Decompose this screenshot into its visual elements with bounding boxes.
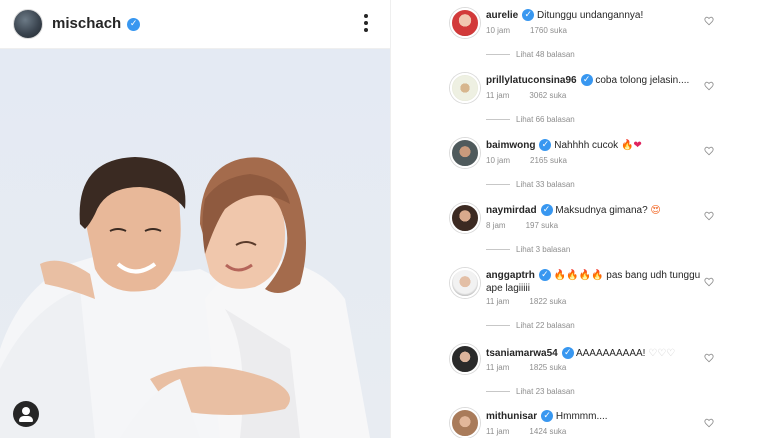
comment-likes[interactable]: 1825 suka bbox=[529, 363, 566, 372]
comment-text: prillylatuconsina96 ✓ coba tolong jelasin… bbox=[486, 74, 701, 87]
comment-time: 8 jam bbox=[486, 221, 506, 230]
fire-emoji-icon: 🔥 bbox=[591, 270, 604, 281]
commenter-avatar[interactable] bbox=[450, 344, 480, 374]
heart-eyes-emoji-icon: 😍 bbox=[650, 205, 661, 216]
comment-meta: 8 jam 197 suka bbox=[486, 221, 570, 230]
comment-text: mithunisar ✓ Hmmmm.... bbox=[486, 410, 701, 423]
comment-meta: 11 jam 1424 suka bbox=[486, 427, 578, 436]
view-replies-label[interactable]: Lihat 23 balasan bbox=[516, 387, 575, 396]
like-heart-icon[interactable] bbox=[704, 277, 714, 287]
verified-badge-icon: ✓ bbox=[540, 204, 553, 217]
fire-emoji-icon: 🔥 bbox=[620, 140, 634, 151]
comment-time: 11 jam bbox=[486, 427, 510, 436]
white-heart-emoji-icon: ♡ bbox=[657, 348, 667, 359]
more-options-icon[interactable] bbox=[362, 14, 370, 34]
red-heart-emoji-icon: ❤ bbox=[633, 140, 642, 151]
comment-likes[interactable]: 3062 suka bbox=[529, 91, 566, 100]
comment-text: tsaniamarwa54 ✓ AAAAAAAAAA! ♡♡♡ bbox=[486, 347, 701, 360]
view-replies[interactable]: Lihat 33 balasan bbox=[486, 180, 575, 189]
commenter-avatar[interactable] bbox=[450, 8, 480, 38]
commenter-avatar[interactable] bbox=[450, 138, 480, 168]
like-heart-icon[interactable] bbox=[704, 418, 714, 428]
comment-username[interactable]: prillylatuconsina96 bbox=[486, 75, 577, 86]
view-replies[interactable]: Lihat 48 balasan bbox=[486, 50, 575, 59]
post-header: mischach ✓ bbox=[0, 0, 390, 49]
comment-time: 11 jam bbox=[486, 363, 510, 372]
post-photo[interactable] bbox=[0, 49, 390, 438]
comment-username[interactable]: baimwong bbox=[486, 140, 535, 151]
fire-emoji-icon: 🔥 bbox=[566, 270, 579, 281]
like-heart-icon[interactable] bbox=[704, 16, 714, 26]
comment-body: coba tolong jelasin.... bbox=[595, 75, 690, 86]
post-panel: mischach ✓ bbox=[0, 0, 390, 438]
fire-emoji-icon: 🔥 bbox=[578, 270, 592, 281]
post-username[interactable]: mischach ✓ bbox=[52, 15, 141, 32]
white-heart-emoji-icon: ♡ bbox=[648, 348, 658, 359]
comment-text: baimwong ✓ Nahhhh cucok 🔥❤ bbox=[486, 139, 701, 152]
comment-body: Maksudnya gimana? bbox=[555, 205, 648, 216]
view-replies[interactable]: Lihat 3 balasan bbox=[486, 245, 570, 254]
commenter-avatar[interactable] bbox=[450, 73, 480, 103]
fire-emoji-icon: 🔥 bbox=[553, 270, 567, 281]
comment-meta: 11 jam 1822 suka bbox=[486, 297, 578, 306]
comment-likes[interactable]: 2165 suka bbox=[530, 156, 567, 165]
comment-text: aurelie ✓ Ditunggu undangannya! bbox=[486, 9, 701, 22]
view-replies-label[interactable]: Lihat 48 balasan bbox=[516, 50, 575, 59]
comment-body: Hmmmm.... bbox=[555, 411, 608, 422]
view-replies-label[interactable]: Lihat 66 balasan bbox=[516, 115, 575, 124]
comment-time: 11 jam bbox=[486, 91, 510, 100]
view-replies-label[interactable]: Lihat 3 balasan bbox=[516, 245, 570, 254]
view-replies[interactable]: Lihat 66 balasan bbox=[486, 115, 575, 124]
view-replies-label[interactable]: Lihat 22 balasan bbox=[516, 321, 575, 330]
verified-badge-icon: ✓ bbox=[541, 410, 554, 423]
comment-text: anggaptrh ✓ 🔥🔥🔥🔥 pas bang udh tunggu ape … bbox=[486, 269, 701, 295]
comment-time: 11 jam bbox=[486, 297, 510, 306]
view-replies[interactable]: Lihat 23 balasan bbox=[486, 387, 575, 396]
comment-meta: 10 jam 1760 suka bbox=[486, 26, 579, 35]
commenter-avatar[interactable] bbox=[450, 408, 480, 438]
comment-username[interactable]: aurelie bbox=[486, 10, 518, 21]
verified-badge-icon: ✓ bbox=[538, 269, 551, 282]
white-heart-emoji-icon: ♡ bbox=[666, 348, 676, 359]
comment-likes[interactable]: 1822 suka bbox=[529, 297, 566, 306]
couple-photo-image bbox=[0, 49, 390, 438]
like-heart-icon[interactable] bbox=[704, 353, 714, 363]
verified-badge-icon: ✓ bbox=[127, 17, 141, 31]
commenter-avatar[interactable] bbox=[450, 268, 480, 298]
like-heart-icon[interactable] bbox=[704, 146, 714, 156]
user-tag-icon[interactable] bbox=[13, 401, 39, 427]
comment-meta: 11 jam 1825 suka bbox=[486, 363, 578, 372]
verified-badge-icon: ✓ bbox=[539, 139, 552, 152]
commenter-avatar[interactable] bbox=[450, 203, 480, 233]
comment-username[interactable]: anggaptrh bbox=[486, 270, 535, 281]
view-replies-label[interactable]: Lihat 33 balasan bbox=[516, 180, 575, 189]
like-heart-icon[interactable] bbox=[704, 81, 714, 91]
like-heart-icon[interactable] bbox=[704, 211, 714, 221]
comment-likes[interactable]: 1424 suka bbox=[529, 427, 566, 436]
comment-likes[interactable]: 1760 suka bbox=[530, 26, 567, 35]
verified-badge-icon: ✓ bbox=[561, 347, 574, 360]
username-label[interactable]: mischach bbox=[52, 15, 121, 32]
comment-text: naymirdad ✓ Maksudnya gimana? 😍 bbox=[486, 204, 701, 217]
comment-meta: 11 jam 3062 suka bbox=[486, 91, 578, 100]
comment-body: Nahhhh cucok bbox=[554, 140, 619, 151]
comment-username[interactable]: mithunisar bbox=[486, 411, 537, 422]
view-replies[interactable]: Lihat 22 balasan bbox=[486, 321, 575, 330]
comment-time: 10 jam bbox=[486, 26, 511, 35]
comment-username[interactable]: naymirdad bbox=[486, 205, 537, 216]
comment-username[interactable]: tsaniamarwa54 bbox=[486, 348, 558, 359]
comments-panel: aurelie ✓ Ditunggu undangannya! 10 jam 176… bbox=[391, 0, 780, 438]
comment-body: AAAAAAAAAA! bbox=[575, 348, 646, 359]
comment-body: Ditunggu undangannya! bbox=[537, 10, 644, 21]
profile-avatar[interactable] bbox=[13, 9, 43, 39]
comment-likes[interactable]: 197 suka bbox=[526, 221, 558, 230]
verified-badge-icon: ✓ bbox=[522, 9, 535, 22]
comment-time: 10 jam bbox=[486, 156, 511, 165]
verified-badge-icon: ✓ bbox=[580, 74, 593, 87]
comment-meta: 10 jam 2165 suka bbox=[486, 156, 579, 165]
